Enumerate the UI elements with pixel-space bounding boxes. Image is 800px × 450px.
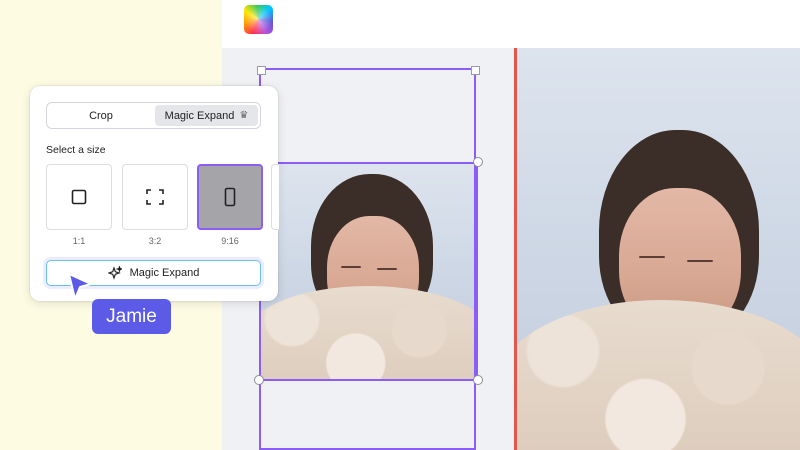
collaborator-name: Jamie (106, 305, 157, 327)
crop-handle-top-right[interactable] (473, 157, 483, 167)
select-size-heading: Select a size (46, 144, 106, 156)
magic-expand-panel: Crop Magic Expand ♛ Select a size 1:1 3:… (30, 86, 279, 301)
top-toolbar (222, 0, 800, 48)
crown-icon: ♛ (239, 110, 249, 121)
expand-corners-icon (146, 189, 164, 205)
page-divider (514, 48, 517, 450)
size-ratio-label: 3:2 (148, 236, 162, 246)
crop-handle-bottom-right[interactable] (473, 375, 483, 385)
preview-photo (517, 48, 800, 450)
tab-crop[interactable]: Crop (49, 105, 153, 126)
crop-handle-bottom-left[interactable] (254, 375, 264, 385)
size-ratio-label: 1:1 (72, 236, 86, 246)
size-option-3-2[interactable] (122, 164, 188, 230)
size-option-9-16[interactable] (197, 164, 263, 230)
size-ratio-label: 9:16 (221, 236, 239, 246)
app-logo-icon[interactable] (244, 5, 273, 34)
image-bounding-frame[interactable] (259, 162, 478, 381)
square-icon (71, 189, 87, 205)
resize-handle-top-right[interactable] (471, 66, 480, 75)
sparkle-icon (107, 266, 122, 280)
tab-magic-expand[interactable]: Magic Expand ♛ (155, 105, 258, 126)
tab-magic-expand-label: Magic Expand (164, 109, 235, 122)
size-option-more[interactable] (271, 164, 279, 230)
magic-expand-button-label: Magic Expand (129, 267, 200, 279)
crop-mode-tabs: Crop Magic Expand ♛ (46, 102, 261, 129)
portrait-rect-icon (224, 187, 236, 207)
collaborator-cursor-icon (68, 273, 92, 300)
tab-crop-label: Crop (89, 109, 113, 122)
collaborator-name-tag: Jamie (92, 299, 171, 334)
size-option-1-1[interactable] (46, 164, 112, 230)
resize-handle-top-left[interactable] (257, 66, 266, 75)
